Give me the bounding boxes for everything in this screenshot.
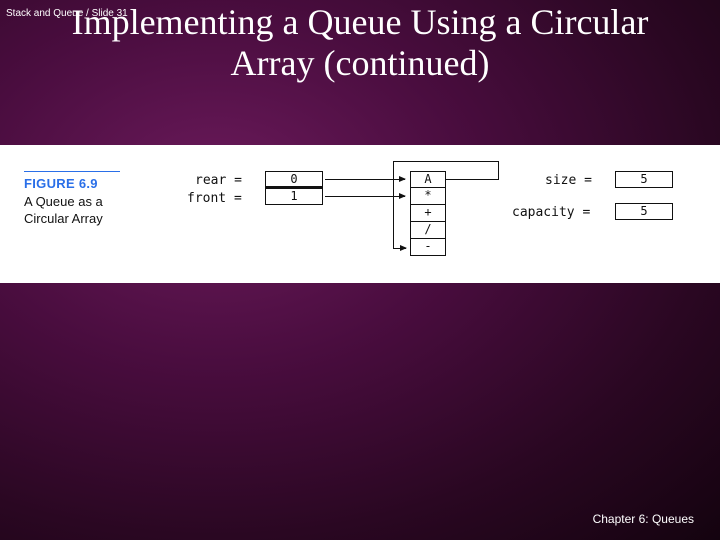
label-front: front = bbox=[187, 191, 242, 206]
array-column: A * + / - bbox=[410, 171, 446, 256]
figure-rule bbox=[24, 171, 120, 172]
wrap-arrow bbox=[393, 161, 499, 162]
wrap-arrow bbox=[393, 248, 406, 249]
wrap-arrow bbox=[498, 161, 499, 180]
index-rear-box: 0 bbox=[265, 171, 323, 188]
label-size: size = bbox=[545, 173, 592, 188]
value-capacity-box: 5 bbox=[615, 203, 673, 220]
label-capacity: capacity = bbox=[512, 205, 590, 220]
figure-panel: FIGURE 6.9 A Queue as a Circular Array r… bbox=[0, 145, 720, 283]
array-cell: + bbox=[410, 205, 446, 222]
wrap-arrow bbox=[393, 161, 394, 249]
value-size-box: 5 bbox=[615, 171, 673, 188]
array-cell: * bbox=[410, 188, 446, 205]
figure-caption-line1: A Queue as a bbox=[24, 193, 120, 211]
label-rear: rear = bbox=[195, 173, 242, 188]
slide-title: Implementing a Queue Using a Circular Ar… bbox=[0, 2, 720, 85]
figure-caption-line2: Circular Array bbox=[24, 210, 120, 228]
index-front-box: 1 bbox=[265, 188, 323, 205]
array-cell: / bbox=[410, 222, 446, 239]
figure-diagram: rear = front = 0 1 A * + / - size = capa… bbox=[165, 165, 705, 275]
figure-caption: FIGURE 6.9 A Queue as a Circular Array bbox=[24, 171, 120, 228]
slide-footer: Chapter 6: Queues bbox=[593, 512, 694, 526]
figure-number: FIGURE 6.9 bbox=[24, 175, 120, 193]
array-cell: - bbox=[410, 239, 446, 256]
wrap-arrow bbox=[446, 179, 498, 180]
array-cell: A bbox=[410, 171, 446, 188]
